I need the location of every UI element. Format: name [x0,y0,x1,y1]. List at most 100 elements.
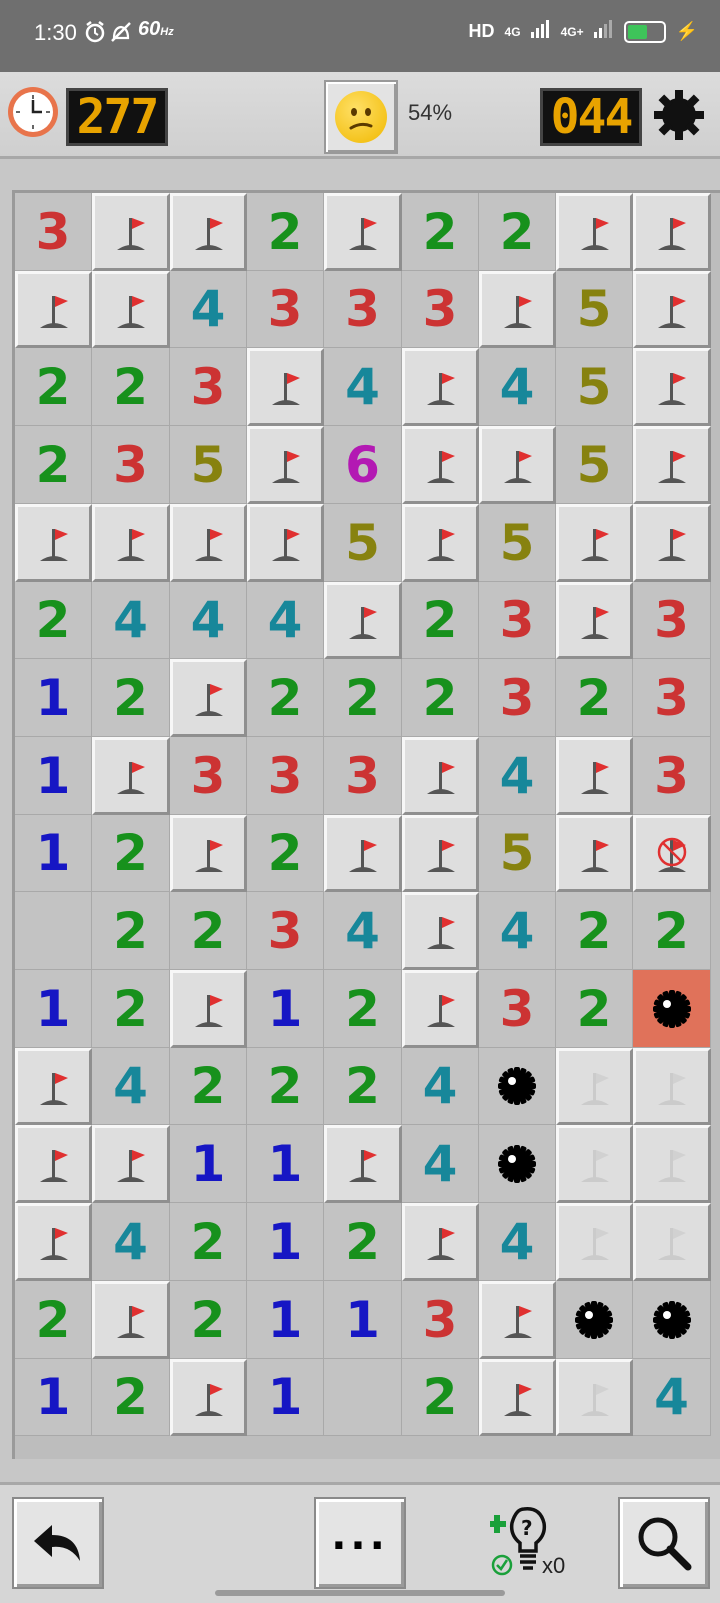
flagged-cell[interactable] [170,970,247,1048]
number-cell[interactable]: 2 [170,1203,247,1281]
mine-cell[interactable] [633,1281,711,1359]
number-cell[interactable]: 4 [479,892,556,970]
number-cell[interactable]: 4 [402,1125,479,1203]
number-cell[interactable]: 6 [324,426,402,504]
number-cell[interactable]: 1 [15,815,92,892]
number-cell[interactable]: 2 [324,970,402,1048]
number-cell[interactable]: 3 [324,737,402,815]
number-cell[interactable]: 4 [324,892,402,970]
ghost-flag-cell[interactable] [633,1125,711,1203]
number-cell[interactable]: 4 [92,1048,170,1125]
number-cell[interactable]: 3 [402,271,479,348]
hint-button[interactable]: ? x0 [488,1503,570,1587]
number-cell[interactable]: 4 [479,737,556,815]
number-cell[interactable]: 1 [247,1359,324,1436]
number-cell[interactable]: 2 [92,348,170,426]
number-cell[interactable]: 2 [324,1203,402,1281]
flagged-cell[interactable] [556,504,633,582]
number-cell[interactable]: 2 [633,892,711,970]
wrong-flag-cell[interactable] [633,815,711,892]
flagged-cell[interactable] [92,1281,170,1359]
number-cell[interactable]: 5 [170,426,247,504]
flagged-cell[interactable] [92,193,170,271]
flagged-cell[interactable] [15,1125,92,1203]
flagged-cell[interactable] [324,1125,402,1203]
number-cell[interactable]: 4 [479,348,556,426]
number-cell[interactable]: 4 [247,582,324,659]
flagged-cell[interactable] [15,504,92,582]
number-cell[interactable]: 2 [170,892,247,970]
number-cell[interactable]: 3 [633,582,711,659]
number-cell[interactable]: 1 [15,1359,92,1436]
zoom-button[interactable] [618,1497,710,1589]
flagged-cell[interactable] [402,426,479,504]
flagged-cell[interactable] [633,426,711,504]
flagged-cell[interactable] [402,815,479,892]
flagged-cell[interactable] [556,815,633,892]
flagged-cell[interactable] [479,271,556,348]
number-cell[interactable]: 5 [324,504,402,582]
mine-cell[interactable] [479,1125,556,1203]
number-cell[interactable]: 4 [92,1203,170,1281]
ghost-flag-cell[interactable] [556,1048,633,1125]
number-cell[interactable]: 1 [247,1203,324,1281]
flagged-cell[interactable] [479,1281,556,1359]
mine-cell[interactable] [556,1281,633,1359]
flagged-cell[interactable] [15,271,92,348]
flagged-cell[interactable] [92,504,170,582]
number-cell[interactable]: 5 [556,426,633,504]
flagged-cell[interactable] [170,193,247,271]
number-cell[interactable]: 2 [479,193,556,271]
number-cell[interactable]: 2 [402,582,479,659]
flagged-cell[interactable] [15,1203,92,1281]
ghost-flag-cell[interactable] [556,1359,633,1436]
number-cell[interactable]: 3 [633,737,711,815]
number-cell[interactable]: 4 [633,1359,711,1436]
flagged-cell[interactable] [402,348,479,426]
flagged-cell[interactable] [633,193,711,271]
number-cell[interactable]: 3 [247,892,324,970]
flagged-cell[interactable] [247,426,324,504]
number-cell[interactable]: 1 [15,659,92,737]
number-cell[interactable]: 2 [15,582,92,659]
number-cell[interactable]: 1 [247,1125,324,1203]
number-cell[interactable]: 4 [170,271,247,348]
flagged-cell[interactable] [556,582,633,659]
number-cell[interactable]: 3 [15,193,92,271]
flagged-cell[interactable] [556,737,633,815]
number-cell[interactable]: 1 [15,737,92,815]
flagged-cell[interactable] [402,892,479,970]
number-cell[interactable]: 5 [556,271,633,348]
flagged-cell[interactable] [633,271,711,348]
flagged-cell[interactable] [15,1048,92,1125]
empty-cell[interactable] [324,1359,402,1436]
ghost-flag-cell[interactable] [556,1203,633,1281]
ghost-flag-cell[interactable] [633,1048,711,1125]
number-cell[interactable]: 2 [15,1281,92,1359]
undo-button[interactable] [12,1497,104,1589]
flagged-cell[interactable] [402,737,479,815]
number-cell[interactable]: 3 [479,659,556,737]
number-cell[interactable]: 2 [247,193,324,271]
flagged-cell[interactable] [479,1359,556,1436]
number-cell[interactable]: 1 [247,1281,324,1359]
number-cell[interactable]: 3 [170,348,247,426]
number-cell[interactable]: 2 [402,659,479,737]
flagged-cell[interactable] [402,504,479,582]
number-cell[interactable]: 2 [170,1048,247,1125]
flagged-cell[interactable] [247,348,324,426]
number-cell[interactable]: 2 [402,193,479,271]
settings-gear-icon[interactable] [652,88,706,146]
flagged-cell[interactable] [247,504,324,582]
ghost-flag-cell[interactable] [556,1125,633,1203]
number-cell[interactable]: 2 [92,815,170,892]
number-cell[interactable]: 3 [247,737,324,815]
flagged-cell[interactable] [170,504,247,582]
number-cell[interactable]: 2 [170,1281,247,1359]
number-cell[interactable]: 2 [92,970,170,1048]
number-cell[interactable]: 1 [324,1281,402,1359]
number-cell[interactable]: 4 [402,1048,479,1125]
number-cell[interactable]: 4 [479,1203,556,1281]
exploded-mine-cell[interactable] [633,970,711,1048]
flagged-cell[interactable] [479,426,556,504]
